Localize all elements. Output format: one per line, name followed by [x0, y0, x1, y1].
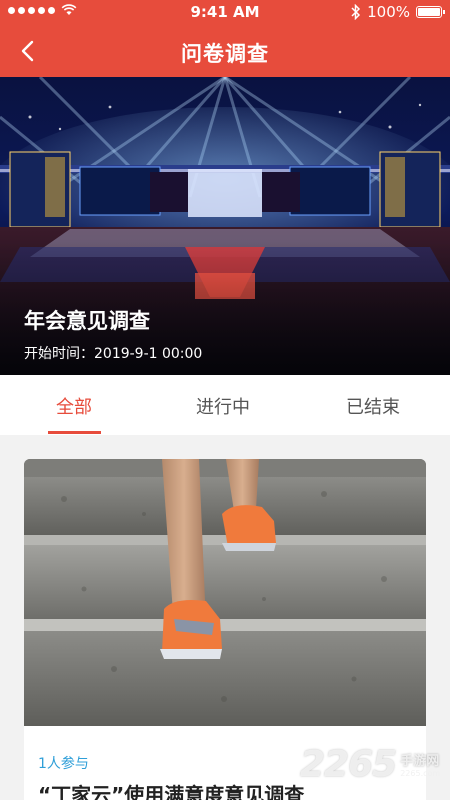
- tab-all[interactable]: 全部: [56, 393, 92, 419]
- survey-card-image: [24, 459, 426, 726]
- watermark-logo-number: 2265: [300, 743, 397, 785]
- status-bar: 9:41 AM 100%: [0, 0, 450, 26]
- watermark-site-name: 手游网: [400, 754, 440, 769]
- banner-title: 年会意见调查: [24, 309, 150, 333]
- bluetooth-icon: [351, 4, 361, 20]
- participant-count: 1人参与: [38, 756, 89, 772]
- battery-icon: [416, 6, 445, 18]
- site-watermark: 2265 手游网 2265.com: [300, 743, 440, 785]
- active-tab-indicator: [48, 431, 101, 434]
- stairs-photo: [24, 459, 426, 726]
- status-right: 100%: [351, 3, 445, 21]
- filter-tabs: 全部 进行中 已结束: [0, 375, 450, 435]
- tab-ended[interactable]: 已结束: [346, 393, 400, 419]
- page-title: 问卷调查: [181, 42, 269, 66]
- banner-start-time: 开始时间：2019-9-1 00:00: [24, 346, 203, 362]
- nav-bar: 问卷调查: [0, 26, 450, 77]
- watermark-text: 手游网 2265.com: [400, 750, 440, 778]
- survey-banner[interactable]: 年会意见调查 开始时间：2019-9-1 00:00: [0, 77, 450, 375]
- app-header: 9:41 AM 100% 问卷调查: [0, 0, 450, 77]
- tab-in-progress[interactable]: 进行中: [196, 393, 250, 419]
- survey-title: “丁家云”使用满意度意见调查: [38, 783, 305, 800]
- battery-percent: 100%: [367, 3, 410, 21]
- watermark-url: 2265.com: [400, 769, 441, 778]
